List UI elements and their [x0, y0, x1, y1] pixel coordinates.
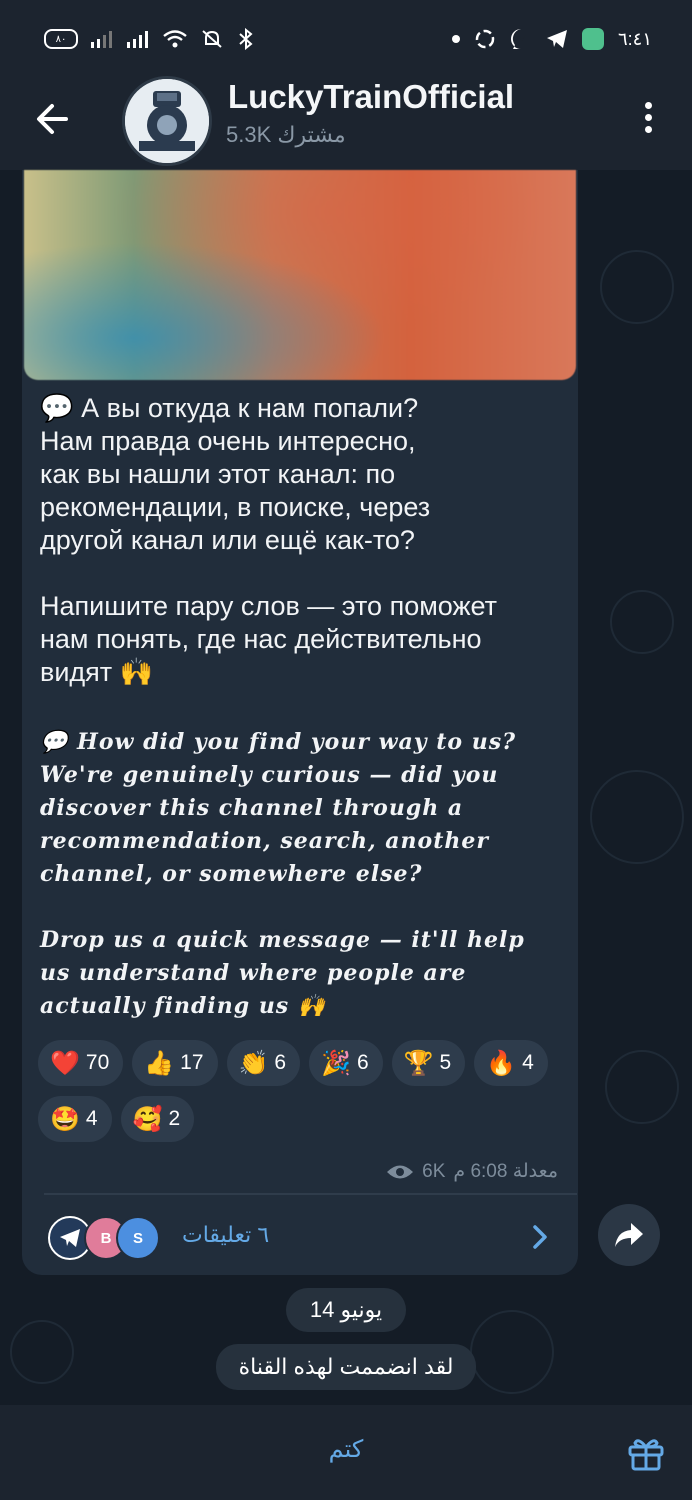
eye-icon [387, 1165, 414, 1178]
background-doodle [600, 250, 674, 324]
date-divider: 14 يونيو [286, 1288, 406, 1332]
comments-count: ٦ تعليقات [182, 1222, 270, 1247]
reaction-emoji: ❤️ [50, 1049, 80, 1077]
reaction-count: 2 [168, 1107, 181, 1130]
train-logo-icon [125, 79, 209, 163]
app-green-icon [581, 28, 604, 50]
more-vert-icon[interactable] [638, 98, 658, 138]
mute-button[interactable]: كتم [0, 1435, 692, 1464]
reaction-emoji: 🔥 [486, 1049, 517, 1077]
wifi-icon [163, 30, 187, 48]
reaction-chip[interactable]: 👍 17 [132, 1040, 218, 1086]
clock: ٦:٤١ [617, 28, 652, 49]
reaction-count: 70 [85, 1051, 110, 1074]
chevron-right-icon [533, 1225, 547, 1249]
mute-icon [202, 30, 222, 48]
reaction-chip[interactable]: ❤️ 70 [38, 1040, 124, 1086]
share-button[interactable] [598, 1204, 660, 1266]
app-icon [475, 29, 495, 49]
reaction-count: 6 [356, 1051, 369, 1074]
status-bar: ٨٠ ٦:٤١ [0, 0, 692, 80]
reaction-count: 17 [180, 1051, 204, 1074]
channel-avatar[interactable] [122, 76, 212, 166]
divider [44, 1193, 577, 1195]
channel-title[interactable]: LuckyTrainOfficial [228, 78, 514, 116]
reaction-emoji: 👍 [144, 1049, 175, 1077]
reaction-emoji: 🎉 [321, 1049, 351, 1077]
blurred-media[interactable] [24, 170, 576, 380]
telegram-icon [60, 1229, 80, 1247]
gift-icon[interactable] [626, 1433, 666, 1473]
reaction-count: 4 [85, 1107, 98, 1130]
reactions-bar: ❤️ 70 👍 17 👏 6 🎉 6 🏆 5 🔥 4 🤩 4 🥰 2 [38, 1040, 558, 1142]
reaction-emoji: 👏 [238, 1049, 269, 1077]
message-text-ru: 💬 А вы откуда к нам попали? Нам правда о… [40, 393, 498, 687]
back-arrow-icon[interactable] [30, 96, 76, 142]
background-doodle [610, 590, 674, 654]
background-doodle [470, 1310, 554, 1394]
commenter-avatar: S [116, 1216, 160, 1260]
message-text-en: 💬 How did you find your way to us? We're… [40, 729, 525, 1019]
messenger-icon [510, 29, 526, 49]
reaction-chip[interactable]: 🥰 2 [120, 1096, 195, 1142]
reaction-count: 5 [439, 1051, 452, 1074]
subscriber-count: 5.3K مشترك [226, 122, 346, 147]
background-doodle [590, 770, 684, 864]
reaction-chip[interactable]: 👏 6 [226, 1040, 301, 1086]
comments-button[interactable]: B S ٦ تعليقات [22, 1196, 578, 1276]
reaction-chip[interactable]: 🔥 4 [474, 1040, 548, 1086]
battery-level: ٨٠ [55, 33, 67, 45]
reaction-chip[interactable]: 🏆 5 [391, 1040, 466, 1086]
reaction-chip[interactable]: 🤩 4 [38, 1096, 112, 1142]
bottom-bar: كتم [0, 1405, 692, 1500]
joined-notice: لقد انضممت لهذه القناة [216, 1344, 476, 1390]
battery-icon: ٨٠ [44, 29, 78, 49]
reaction-emoji: 🏆 [403, 1049, 434, 1077]
view-count: 6K [422, 1160, 446, 1182]
dot-icon [451, 35, 460, 43]
signal-icon [127, 31, 148, 48]
channel-header: LuckyTrainOfficial 5.3K مشترك [0, 70, 692, 170]
reaction-emoji: 🤩 [50, 1105, 80, 1133]
reaction-emoji: 🥰 [132, 1105, 163, 1133]
reaction-chip[interactable]: 🎉 6 [309, 1040, 383, 1086]
reaction-count: 4 [522, 1051, 534, 1074]
background-doodle [605, 1050, 679, 1124]
message-meta: 6K معدلة 6:08 م [386, 1160, 558, 1183]
message-time: معدلة 6:08 م [453, 1161, 558, 1182]
reaction-count: 6 [274, 1051, 287, 1074]
telegram-icon [546, 30, 567, 48]
bluetooth-icon [239, 28, 253, 50]
share-arrow-icon [615, 1223, 643, 1247]
background-doodle [10, 1320, 74, 1384]
signal-icon [91, 31, 112, 48]
